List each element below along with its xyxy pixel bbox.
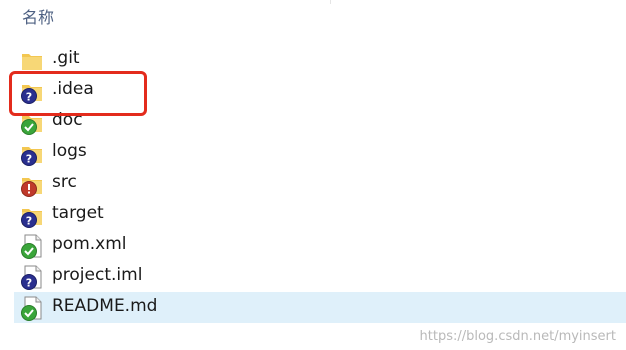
file-row[interactable]: pom.xml bbox=[14, 230, 626, 261]
file-row[interactable]: ? target bbox=[14, 199, 626, 230]
question-badge-icon: ? bbox=[21, 274, 37, 290]
file-name: README.md bbox=[52, 296, 158, 316]
watermark: https://blog.csdn.net/myinsert bbox=[419, 329, 616, 344]
file-name: .git bbox=[52, 48, 80, 68]
file-row[interactable]: ? project.iml bbox=[14, 261, 626, 292]
column-header-name[interactable]: 名称 bbox=[22, 4, 54, 28]
file-name: src bbox=[52, 172, 77, 192]
file-icon: ? bbox=[20, 264, 44, 290]
folder-icon: ? bbox=[20, 202, 44, 228]
svg-text:?: ? bbox=[26, 215, 32, 228]
file-icon bbox=[20, 295, 44, 321]
svg-text:?: ? bbox=[26, 277, 32, 290]
question-badge-icon: ? bbox=[21, 150, 37, 166]
question-badge-icon: ? bbox=[21, 212, 37, 228]
file-name: pom.xml bbox=[52, 234, 127, 254]
ok-badge-icon bbox=[21, 305, 37, 321]
ok-badge-icon bbox=[21, 119, 37, 135]
folder-icon bbox=[20, 171, 44, 197]
file-name: logs bbox=[52, 141, 87, 161]
folder-icon: ? bbox=[20, 140, 44, 166]
folder-icon bbox=[20, 47, 44, 73]
file-icon bbox=[20, 233, 44, 259]
file-row[interactable]: ? logs bbox=[14, 137, 626, 168]
file-name: project.iml bbox=[52, 265, 143, 285]
error-badge-icon bbox=[21, 181, 37, 197]
file-row[interactable]: src bbox=[14, 168, 626, 199]
column-separator bbox=[330, 0, 331, 4]
annotation-highlight-box bbox=[9, 71, 147, 116]
svg-text:?: ? bbox=[26, 153, 32, 166]
file-row[interactable]: README.md bbox=[14, 292, 626, 323]
file-name: target bbox=[52, 203, 104, 223]
ok-badge-icon bbox=[21, 243, 37, 259]
